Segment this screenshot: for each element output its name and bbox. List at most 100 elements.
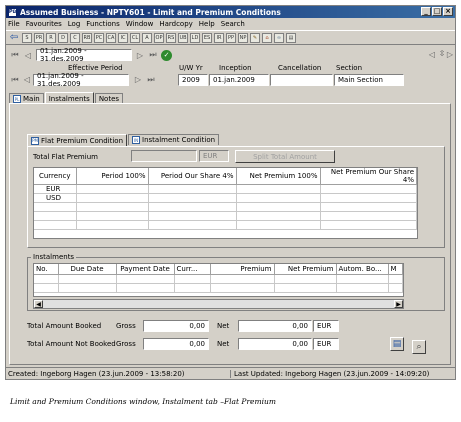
scroll-right-icon[interactable]: ▷ [445,50,455,59]
column-header-payment-date[interactable]: Payment Date [116,264,175,275]
minimize-button[interactable]: _ [421,7,431,16]
table-cell[interactable] [76,211,149,221]
menu-functions[interactable]: Functions [86,20,119,28]
uw-yr-field[interactable]: 2009 [178,74,208,86]
toolbar-button-ld[interactable]: LD [190,32,200,43]
total-flat-premium-field[interactable] [131,150,197,162]
previous-record-icon[interactable]: ◁ [23,51,33,60]
table-cell[interactable] [58,283,117,293]
table-cell[interactable] [210,283,275,293]
toolbar-button-r[interactable]: R [46,32,56,43]
menu-favourites[interactable]: Favourites [26,20,62,28]
table-row[interactable] [34,211,417,221]
table-cell[interactable] [236,184,321,194]
column-header-autom-booking[interactable]: Autom. Bo... [336,264,389,275]
total-booked-currency-field[interactable]: EUR [313,320,339,332]
menu-search[interactable]: Search [221,20,245,28]
horizontal-scrollbar[interactable]: ◀ ▶ [33,299,404,309]
table-cell[interactable] [116,283,175,293]
table-cell[interactable] [148,211,237,221]
toolbar-button-cl[interactable]: CL [130,32,140,43]
column-header-currency[interactable]: Curr... [174,264,211,275]
header-next-icon[interactable]: ▷ [133,75,143,84]
toolbar-button-rs[interactable]: RS [166,32,176,43]
table-cell[interactable] [274,274,337,284]
toolbar-button-c[interactable]: C [70,32,80,43]
table-cell[interactable] [210,274,275,284]
check-icon[interactable]: ✓ [161,49,172,61]
home-icon[interactable]: ⌂ [262,32,272,43]
table-cell[interactable] [76,220,149,230]
table-cell[interactable] [320,220,417,230]
table-cell[interactable] [320,211,417,221]
last-record-icon[interactable]: ⏭ [148,50,158,60]
tools-icon[interactable]: ✎ [250,32,260,43]
table-cell[interactable] [336,274,389,284]
table-cell[interactable] [76,193,149,203]
column-header-premium[interactable]: Premium [210,264,275,275]
table-cell[interactable] [76,184,149,194]
menu-log[interactable]: Log [68,20,81,28]
print-icon[interactable]: ▤ [286,32,296,43]
header-previous-icon[interactable]: ◁ [22,75,32,84]
table-cell[interactable] [174,274,211,284]
currency-cell[interactable] [34,211,77,221]
toolbar-button-s[interactable]: S [22,32,32,43]
total-not-booked-net-field[interactable]: 0,00 [238,338,312,350]
menu-file[interactable]: File [8,20,20,28]
table-row[interactable] [34,274,403,284]
back-arrow-icon[interactable]: ⇦ [8,32,20,43]
toolbar-button-rb[interactable]: RB [82,32,92,43]
table-cell[interactable] [388,274,403,284]
tab-flat-premium-condition[interactable]: PM Flat Premium Condition [27,134,128,146]
table-row[interactable] [34,202,417,212]
table-cell[interactable] [336,283,389,293]
link-icon[interactable]: ∞ [274,32,284,43]
total-not-booked-gross-field[interactable]: 0,00 [143,338,209,350]
total-not-booked-currency-field[interactable]: EUR [313,338,339,350]
column-header-net-premium-100[interactable]: Net Premium 100% [236,168,321,185]
toolbar-button-ub[interactable]: UB [178,32,188,43]
table-cell[interactable] [320,184,417,194]
toolbar-button-a[interactable]: A [142,32,152,43]
currency-cell[interactable] [34,202,77,212]
table-cell[interactable] [76,202,149,212]
total-booked-gross-field[interactable]: 0,00 [143,320,209,332]
table-cell[interactable] [148,220,237,230]
column-header-currency[interactable]: Currency [34,168,77,185]
cancellation-field[interactable] [270,74,333,86]
toolbar-button-op[interactable]: OP [154,32,164,43]
table-row[interactable] [34,283,403,293]
scroll-left-arrow-icon[interactable]: ◀ [34,300,43,308]
column-header-net-premium[interactable]: Net Premium [274,264,337,275]
calculate-icon[interactable]: ▤ [390,337,404,351]
maximize-button[interactable]: □ [432,7,442,16]
column-header-period-our-share[interactable]: Period Our Share 4% [148,168,237,185]
close-button[interactable]: × [443,7,453,16]
table-cell[interactable] [388,283,403,293]
table-row[interactable]: EUR [34,184,417,194]
toolbar-button-pc[interactable]: PC [94,32,104,43]
next-record-icon[interactable]: ▷ [135,51,145,60]
toolbar-button-ir[interactable]: IR [214,32,224,43]
column-header-due-date[interactable]: Due Date [58,264,117,275]
period-selector[interactable]: 01.jan.2009 - 31.des.2009 [36,47,132,63]
table-cell[interactable] [58,274,117,284]
split-total-amount-button[interactable]: Split Total Amount [235,150,335,163]
menu-help[interactable]: Help [199,20,215,28]
table-cell[interactable] [116,274,175,284]
table-cell[interactable] [148,202,237,212]
toolbar-button-pp[interactable]: PP [226,32,236,43]
column-header-period-100[interactable]: Period 100% [76,168,149,185]
toolbar-button-es[interactable]: ES [202,32,212,43]
toolbar-button-ic[interactable]: IC [118,32,128,43]
effective-period-field[interactable]: 01.jan.2009 - 31.des.2009 [33,72,129,88]
table-cell[interactable] [236,202,321,212]
currency-cell[interactable]: EUR [34,184,77,194]
table-row[interactable]: USD [34,193,417,203]
table-cell[interactable] [320,193,417,203]
table-cell[interactable] [148,184,237,194]
inception-field[interactable]: 01.jan.2009 [209,74,269,86]
table-cell[interactable] [274,283,337,293]
table-cell[interactable] [236,220,321,230]
